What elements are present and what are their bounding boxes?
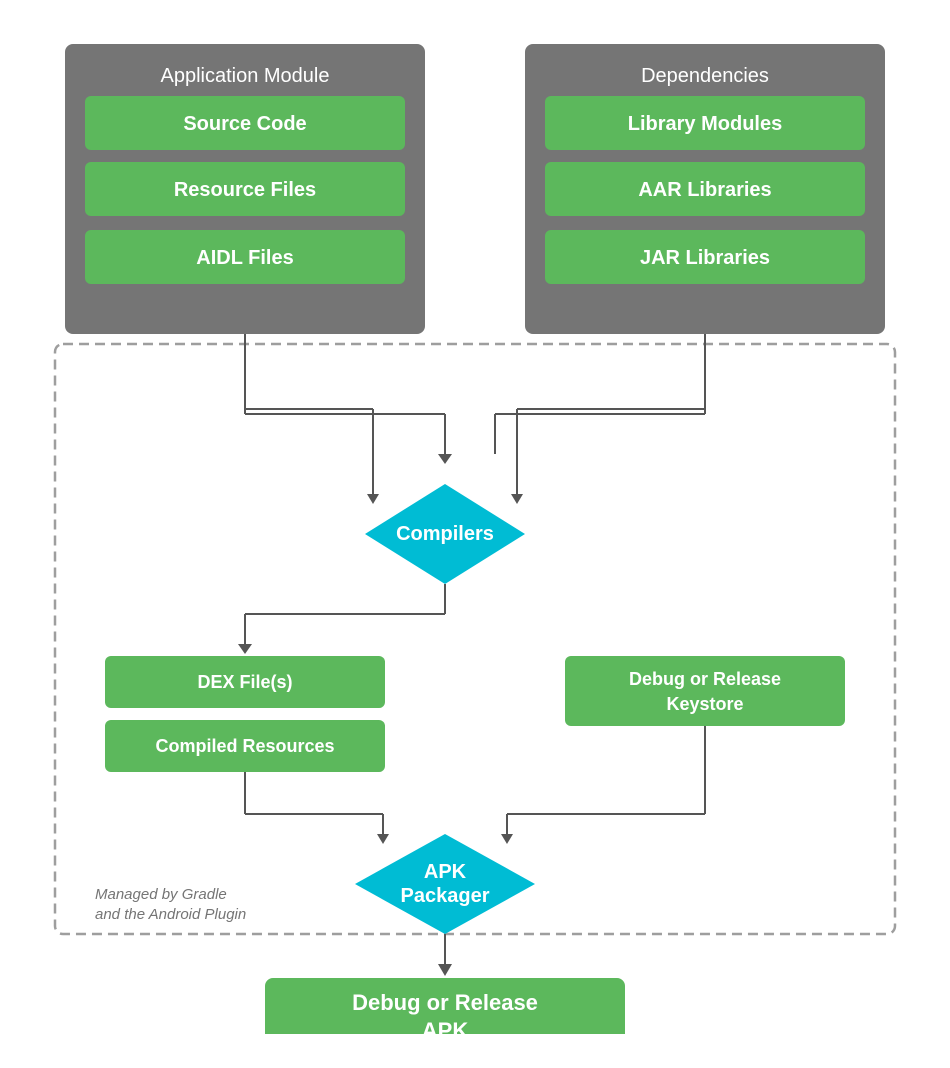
keystore-label-2: Keystore xyxy=(666,694,743,714)
output-apk-label-2: APK xyxy=(422,1018,469,1034)
output-apk-label-1: Debug or Release xyxy=(352,990,538,1015)
compiled-resources-label: Compiled Resources xyxy=(155,736,334,756)
dependencies-title: Dependencies xyxy=(641,65,769,87)
apk-packager-label-1: APK xyxy=(424,861,467,883)
keystore-label-1: Debug or Release xyxy=(629,669,781,689)
dex-files-label: DEX File(s) xyxy=(197,672,292,692)
aar-libraries-label: AAR Libraries xyxy=(638,179,771,201)
compilers-label: Compilers xyxy=(396,523,494,545)
library-modules-label: Library Modules xyxy=(628,113,782,135)
jar-libraries-label: JAR Libraries xyxy=(640,247,770,269)
apk-packager-label-2: Packager xyxy=(401,885,490,907)
resource-files-label: Resource Files xyxy=(174,179,316,201)
diagram: Application Module Source Code Resource … xyxy=(25,14,925,1054)
app-module-title: Application Module xyxy=(161,65,330,87)
gradle-label-1: Managed by Gradle xyxy=(95,886,227,903)
apk-packager-diamond xyxy=(355,834,535,934)
gradle-label-2: and the Android Plugin xyxy=(95,906,246,923)
source-code-label: Source Code xyxy=(183,113,306,135)
aidl-files-label: AIDL Files xyxy=(196,247,293,269)
